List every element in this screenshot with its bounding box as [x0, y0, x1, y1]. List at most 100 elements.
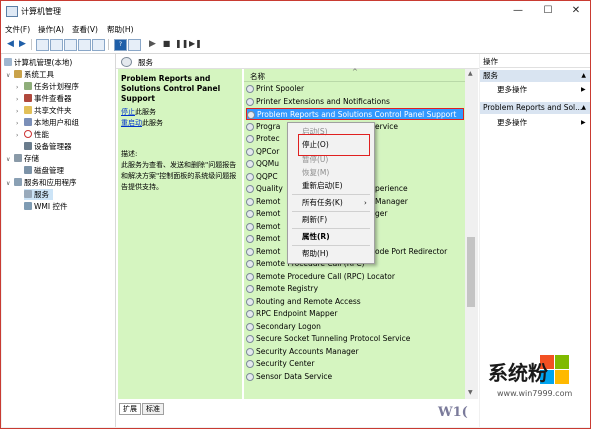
service-gear-icon	[246, 310, 254, 318]
service-gear-icon	[246, 235, 254, 243]
more-arrow-icon: ▶	[581, 119, 586, 126]
tree-performance[interactable]: › 性能	[16, 129, 49, 140]
services-apps-icon	[14, 178, 22, 186]
expand-icon[interactable]: ›	[16, 118, 24, 129]
menu-item-all-tasks[interactable]: 所有任务(K)	[302, 197, 343, 209]
expand-icon[interactable]: ›	[16, 82, 24, 93]
properties-icon[interactable]	[78, 39, 91, 51]
clock-icon	[24, 82, 32, 90]
restart-service-icon[interactable]: ▶❚	[189, 39, 202, 49]
service-row[interactable]: Secure Socket Tunneling Protocol Service	[246, 333, 464, 345]
scroll-thumb[interactable]	[467, 237, 475, 307]
collapse-icon[interactable]: ∨	[6, 154, 14, 165]
stop-service-icon[interactable]: ■	[161, 39, 172, 49]
collapse-icon[interactable]: ∨	[6, 70, 14, 81]
menu-item-help[interactable]: 帮助(H)	[302, 248, 329, 260]
users-icon	[24, 118, 32, 126]
service-row[interactable]: Problem Reports and Solutions Control Pa…	[246, 108, 464, 120]
menu-action[interactable]: 操作(A)	[38, 24, 64, 35]
menu-item-properties[interactable]: 属性(R)	[302, 231, 330, 243]
collapse-icon[interactable]: ∨	[6, 178, 14, 189]
service-gear-icon	[246, 97, 254, 106]
forward-icon[interactable]: ▶	[17, 39, 28, 49]
service-name-tail: Manager	[375, 196, 408, 206]
tree-device-manager[interactable]: 设备管理器	[24, 141, 72, 152]
actions-section-selected[interactable]: Problem Reports and Sol... ▲	[480, 102, 590, 114]
tree-event-viewer[interactable]: › 事件查看器	[16, 93, 72, 104]
expand-icon[interactable]: ›	[16, 94, 24, 105]
service-gear-icon	[246, 347, 254, 356]
description-label: 描述:	[121, 150, 138, 158]
maximize-button[interactable]: ☐	[534, 3, 562, 19]
up-folder-icon[interactable]	[36, 39, 49, 51]
menu-view[interactable]: 查看(V)	[72, 24, 98, 35]
service-name: QQPC	[256, 171, 278, 181]
column-name-label[interactable]: 名称	[250, 71, 265, 82]
device-icon	[24, 142, 32, 150]
back-icon[interactable]: ◀	[5, 39, 16, 49]
service-gear-icon	[246, 285, 254, 293]
actions-section-services[interactable]: 服务 ▲	[480, 70, 590, 82]
disk-icon	[24, 166, 32, 174]
minimize-button[interactable]: —	[504, 3, 532, 19]
expand-icon[interactable]: ›	[16, 106, 24, 117]
service-row[interactable]: Remote Registry	[246, 283, 464, 295]
show-tree-icon[interactable]	[50, 39, 63, 51]
service-row[interactable]: Security Center	[246, 358, 464, 370]
service-row[interactable]: Routing and Remote Access	[246, 296, 464, 308]
menu-item-restart[interactable]: 重新启动(E)	[302, 180, 343, 192]
tree-local-users[interactable]: › 本地用户和组	[16, 117, 79, 128]
service-row[interactable]: Security Accounts Manager	[246, 346, 464, 358]
collapse-arrow-icon[interactable]: ▲	[581, 102, 586, 114]
performance-icon	[24, 130, 32, 138]
console-icon[interactable]	[128, 39, 141, 51]
stop-service-link[interactable]: 停止	[121, 108, 135, 116]
tree-shared-folders[interactable]: › 共享文件夹	[16, 105, 72, 116]
tab-standard[interactable]: 标准	[142, 403, 164, 415]
service-row[interactable]: RPC Endpoint Mapper	[246, 308, 464, 320]
tree-services-apps[interactable]: ∨ 服务和应用程序	[6, 177, 77, 188]
service-row[interactable]: Sensor Data Service	[246, 371, 464, 383]
service-name: Remot	[256, 234, 281, 243]
export-list-icon[interactable]	[64, 39, 77, 51]
actions-title: 操作	[480, 56, 590, 68]
event-icon	[24, 94, 32, 102]
pause-service-icon[interactable]: ❚❚	[175, 39, 188, 49]
help-icon[interactable]: ?	[114, 39, 127, 51]
service-row[interactable]: Print Spooler	[246, 83, 464, 95]
tree-storage[interactable]: ∨ 存储	[6, 153, 39, 164]
tree-root[interactable]: 计算机管理(本地)	[4, 57, 72, 68]
scroll-up-icon[interactable]: ▲	[468, 70, 473, 77]
service-name: QPCor	[256, 146, 280, 156]
tree-wmi[interactable]: WMI 控件	[24, 201, 67, 212]
more-actions-2[interactable]: 更多操作	[497, 117, 527, 129]
vertical-scrollbar[interactable]: ▲ ▼	[465, 69, 478, 399]
tree-services[interactable]: 服务	[24, 189, 53, 200]
service-name: Remot	[256, 209, 281, 218]
service-row[interactable]: Secondary Logon	[246, 321, 464, 333]
service-row[interactable]: Printer Extensions and Notifications	[246, 96, 464, 108]
expand-icon[interactable]: ›	[16, 130, 24, 141]
menu-file[interactable]: 文件(F)	[5, 24, 30, 35]
tree-system-tools[interactable]: ∨ 系统工具	[6, 69, 54, 80]
tree-disk-management[interactable]: 磁盘管理	[24, 165, 64, 176]
menu-item-resume[interactable]: 恢复(M)	[302, 167, 329, 179]
close-button[interactable]: ✕	[562, 3, 590, 19]
sort-up-icon: ^	[352, 68, 358, 76]
scroll-down-icon[interactable]: ▼	[468, 389, 473, 396]
service-name-tail: ger	[375, 209, 388, 218]
column-header[interactable]: 名称 ^	[244, 68, 465, 82]
more-actions-1[interactable]: 更多操作	[497, 84, 527, 96]
restart-link-row: 重启动此服务	[121, 119, 163, 127]
stop-highlight-box	[298, 134, 370, 156]
service-name: Routing and Remote Access	[256, 296, 361, 306]
tab-extended[interactable]: 扩展	[119, 403, 141, 415]
collapse-arrow-icon[interactable]: ▲	[581, 70, 586, 82]
menu-item-refresh[interactable]: 刷新(F)	[302, 214, 327, 226]
restart-service-link[interactable]: 重启动	[121, 119, 142, 127]
menu-help[interactable]: 帮助(H)	[107, 24, 134, 35]
tree-task-scheduler[interactable]: › 任务计划程序	[16, 81, 79, 92]
view-icon[interactable]	[92, 39, 105, 51]
start-service-icon[interactable]: ▶	[147, 39, 158, 49]
service-row[interactable]: Remote Procedure Call (RPC) Locator	[246, 271, 464, 283]
